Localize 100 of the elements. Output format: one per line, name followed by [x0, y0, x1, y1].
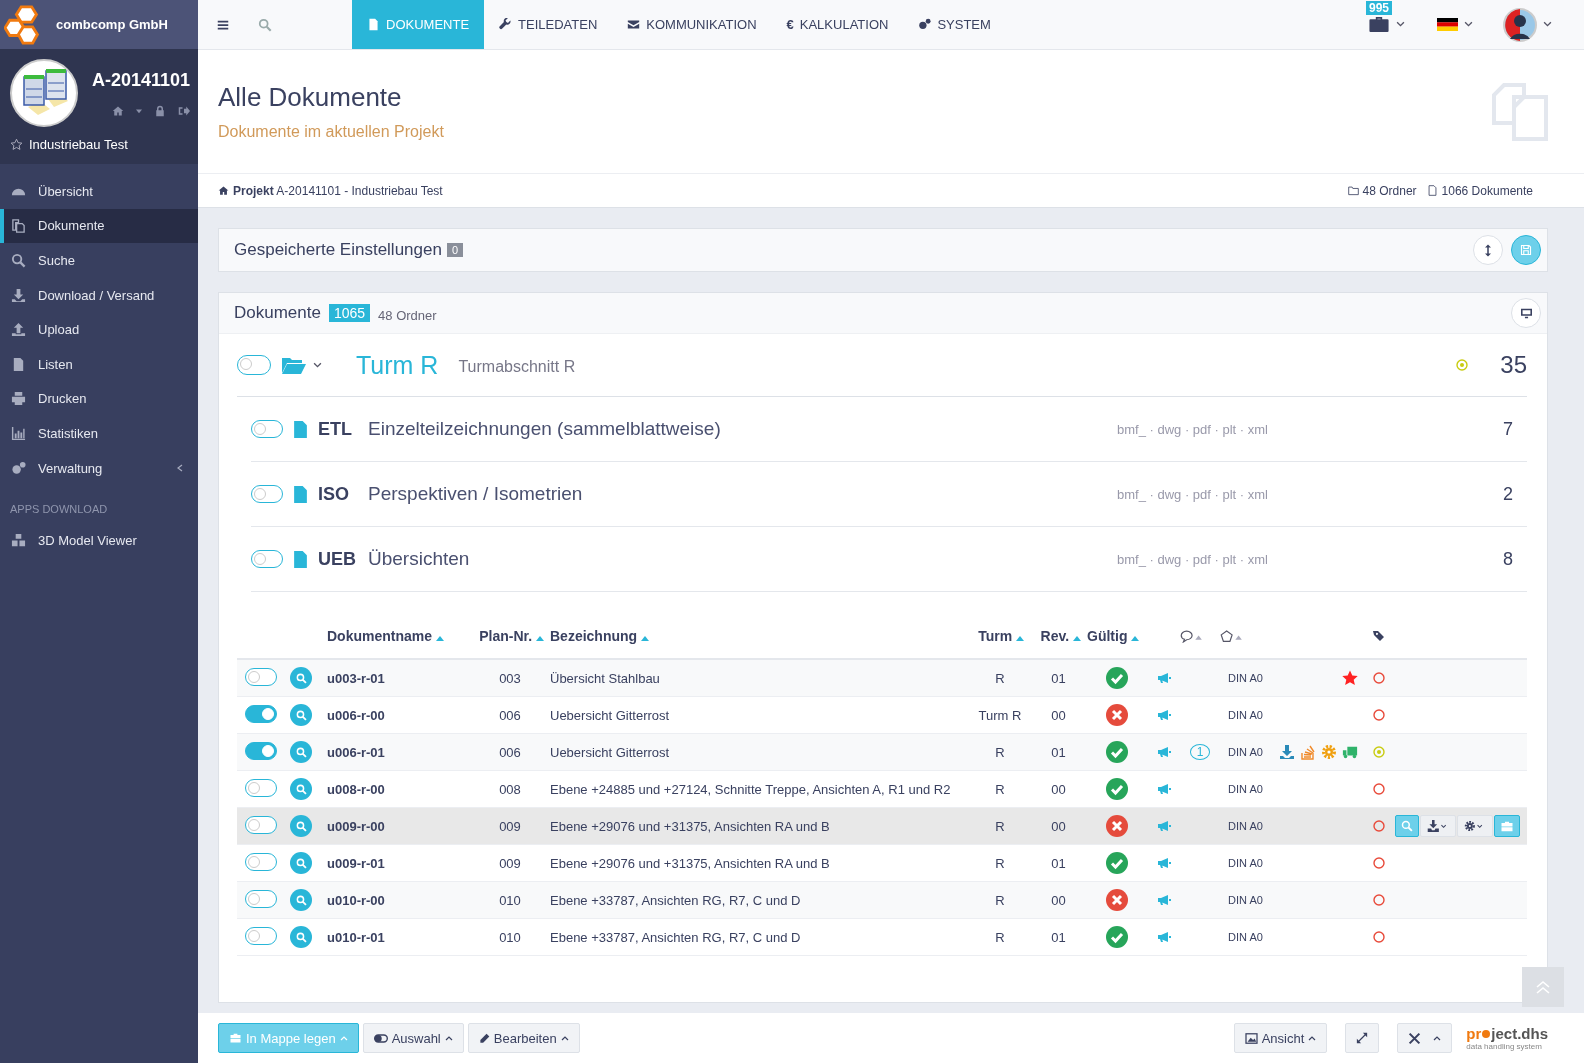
fullscreen-button[interactable]: [1345, 1023, 1380, 1053]
sidebar-item[interactable]: Upload: [0, 312, 198, 347]
toggle-switch[interactable]: [245, 926, 277, 945]
document-name[interactable]: u010-r-00: [327, 892, 470, 908]
home-icon[interactable]: [112, 104, 124, 117]
sidebar-item[interactable]: Statistiken: [0, 416, 198, 451]
preview-button[interactable]: [290, 889, 312, 911]
flag-icon[interactable]: [1437, 18, 1458, 31]
caret-icon[interactable]: [136, 107, 142, 114]
megaphone-icon[interactable]: [1156, 672, 1171, 684]
column-header[interactable]: Plan-Nr.: [470, 628, 550, 644]
circle-icon[interactable]: [1373, 709, 1385, 721]
sidebar-item[interactable]: Drucken: [0, 381, 198, 417]
display-button[interactable]: [1511, 298, 1541, 328]
column-header[interactable]: Rev.: [1030, 628, 1087, 644]
sidebar-item[interactable]: Suche: [0, 243, 198, 278]
sort-icon[interactable]: [1073, 636, 1081, 641]
sidebar-item[interactable]: Verwaltung: [0, 450, 198, 486]
circle-icon[interactable]: [1373, 857, 1385, 869]
document-name[interactable]: u008-r-00: [327, 781, 470, 797]
sort-icon[interactable]: [435, 636, 444, 641]
sort-icon[interactable]: [641, 636, 649, 641]
save-button[interactable]: [1511, 235, 1541, 265]
chevron-down-icon[interactable]: [313, 361, 322, 369]
preview-button[interactable]: [1395, 815, 1419, 837]
sort-icon[interactable]: [1131, 636, 1140, 641]
megaphone-icon[interactable]: [1156, 857, 1171, 869]
scroll-top-button[interactable]: [1522, 967, 1564, 1007]
nav-tab[interactable]: € KALKULATION: [771, 0, 904, 49]
chevron-down-icon[interactable]: [1464, 21, 1473, 28]
megaphone-icon[interactable]: [1156, 783, 1171, 795]
category-code[interactable]: ETL: [318, 418, 358, 440]
preview-button[interactable]: [290, 926, 312, 948]
nav-tab[interactable]: KOMMUNIKATION: [612, 0, 772, 49]
circle-icon[interactable]: [1373, 672, 1385, 684]
column-header[interactable]: Bezeichnung: [550, 628, 970, 644]
target-icon[interactable]: [1373, 746, 1385, 758]
category-name[interactable]: Einzelteilzeichnungen (sammelblattweise): [368, 418, 721, 440]
nav-tab[interactable]: SYSTEM: [903, 0, 1006, 49]
category-name[interactable]: Übersichten: [368, 548, 470, 570]
download-icon[interactable]: [1279, 744, 1295, 760]
toggle-switch[interactable]: [251, 550, 283, 568]
table-row[interactable]: u009-r-00 009 Ebene +29076 und +31375, Ansichten RA und B R 00 DIN A0: [237, 808, 1527, 845]
avatar-icon[interactable]: [1503, 7, 1537, 42]
search-icon[interactable]: [258, 17, 272, 32]
tools-button[interactable]: [1397, 1023, 1453, 1053]
briefcase-icon[interactable]: [1368, 16, 1390, 33]
document-name[interactable]: u010-r-01: [327, 929, 470, 945]
table-row[interactable]: u010-r-00 010 Ebene +33787, Ansichten RG, R7, C und D R 00 DIN A0: [237, 882, 1527, 919]
toggle-switch[interactable]: [251, 420, 283, 438]
toggle-switch[interactable]: [245, 704, 277, 723]
star-icon[interactable]: [1342, 670, 1358, 686]
table-row[interactable]: u010-r-01 010 Ebene +33787, Ansichten RG, R7, C und D R 01 DIN A0: [237, 919, 1527, 956]
document-name[interactable]: u003-r-01: [327, 670, 470, 686]
circle-icon[interactable]: [1373, 820, 1385, 832]
star-outline-icon[interactable]: [10, 138, 23, 151]
toggle-switch[interactable]: [245, 741, 277, 760]
toggle-switch[interactable]: [251, 485, 283, 503]
preview-button[interactable]: [290, 852, 312, 874]
category-code[interactable]: ISO: [318, 483, 358, 505]
view-button[interactable]: Ansicht: [1233, 1023, 1328, 1053]
resize-button[interactable]: [1473, 235, 1503, 265]
column-header[interactable]: Gültig: [1087, 628, 1147, 644]
preview-button[interactable]: [290, 667, 312, 689]
lock-icon[interactable]: [154, 104, 166, 117]
toggle-switch[interactable]: [237, 355, 271, 375]
table-row[interactable]: u006-r-01 006 Uebersicht Gitterrost R 01 1 DIN A0: [237, 734, 1527, 771]
toggle-switch[interactable]: [245, 852, 277, 871]
circle-icon[interactable]: [1373, 931, 1385, 943]
pentagon-icon[interactable]: [1220, 629, 1242, 643]
document-name[interactable]: u009-r-00: [327, 818, 470, 834]
chevron-down-icon[interactable]: [1396, 21, 1405, 28]
megaphone-icon[interactable]: [1156, 931, 1171, 943]
sidebar-item[interactable]: Listen: [0, 346, 198, 382]
preview-button[interactable]: [290, 741, 312, 763]
breadcrumb[interactable]: Projekt A-20141101 - Industriebau Test: [233, 183, 443, 198]
stack-icon[interactable]: [1300, 744, 1316, 760]
table-row[interactable]: u003-r-01 003 Übersicht Stahlbau R 01 DIN A0: [237, 660, 1527, 697]
settings-dropdown[interactable]: [1457, 815, 1493, 837]
document-name[interactable]: u006-r-01: [327, 744, 470, 760]
chevron-down-icon[interactable]: [1543, 21, 1552, 28]
chevron-left-icon[interactable]: [176, 464, 184, 473]
category-code[interactable]: UEB: [318, 548, 358, 570]
circle-icon[interactable]: [1373, 783, 1385, 795]
toggle-switch[interactable]: [245, 815, 277, 834]
preview-button[interactable]: [290, 704, 312, 726]
document-name[interactable]: u009-r-01: [327, 855, 470, 871]
gear-icon[interactable]: [1321, 744, 1337, 760]
selection-button[interactable]: Auswahl: [362, 1023, 464, 1053]
column-header[interactable]: Dokumentname: [327, 628, 470, 644]
briefcase-button[interactable]: [1494, 815, 1520, 837]
sidebar-item[interactable]: Dokumente: [0, 208, 198, 244]
download-dropdown[interactable]: [1420, 815, 1456, 837]
preview-button[interactable]: [290, 778, 312, 800]
category-name[interactable]: Perspektiven / Isometrien: [368, 483, 583, 505]
column-header[interactable]: Turm: [970, 628, 1030, 644]
document-name[interactable]: u006-r-00: [327, 707, 470, 723]
preview-button[interactable]: [290, 815, 312, 837]
nav-tab[interactable]: TEILEDATEN: [484, 0, 613, 49]
megaphone-icon[interactable]: [1156, 894, 1171, 906]
